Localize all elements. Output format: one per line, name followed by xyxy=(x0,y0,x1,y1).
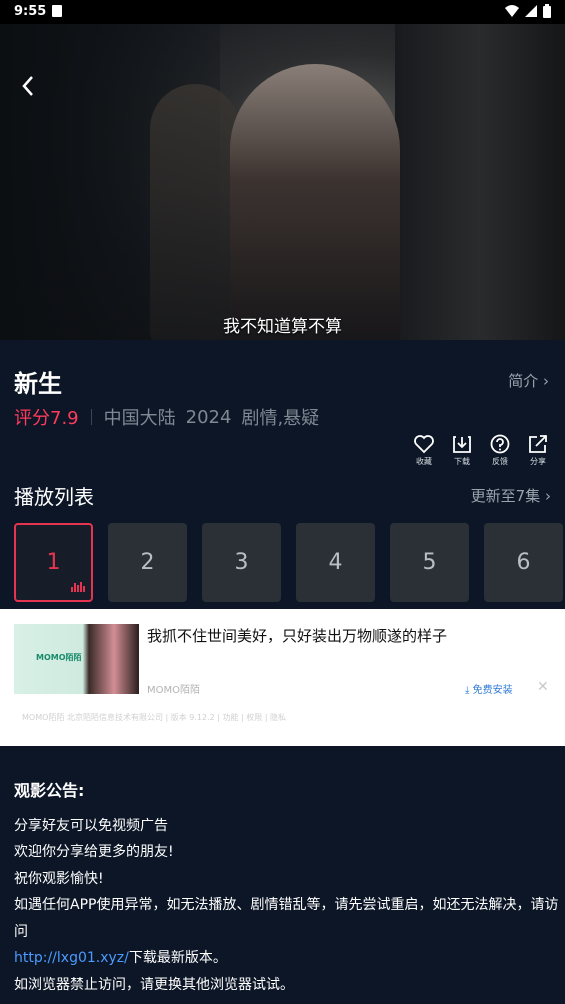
episode-number: 1 xyxy=(46,550,61,575)
ad-thumb-logo: MOMO陌陌 xyxy=(36,653,82,662)
download-link[interactable]: http://lxg01.xyz/ xyxy=(14,950,129,966)
episode-number: 6 xyxy=(516,550,531,575)
ad-headline: 我抓不住世间美好，只好装出万物顺遂的样子 xyxy=(147,627,448,645)
video-frame-figure-main xyxy=(230,64,400,340)
notice-section: 观影公告: 分享好友可以免视频广告 欢迎你分享给更多的朋友! 祝你观影愉快! 如… xyxy=(14,778,564,998)
video-frame-wall xyxy=(395,24,565,340)
intro-link[interactable]: 简介 › xyxy=(508,370,549,391)
status-bar: 9:55 xyxy=(0,0,565,24)
ad-banner[interactable]: MOMO陌陌 我抓不住世间美好，只好装出万物顺遂的样子 MOMO陌陌 ⤓ 免费安… xyxy=(0,609,565,746)
ad-install-label: 免费安装 xyxy=(472,685,513,696)
notice-link-line: http://lxg01.xyz/下载最新版本。 xyxy=(14,945,564,972)
download-small-icon: ⤓ xyxy=(465,685,473,696)
share-button[interactable]: 分享 xyxy=(525,434,551,467)
meta-divider xyxy=(90,409,92,425)
feedback-button[interactable]: 反馈 xyxy=(487,434,513,467)
episode-number: 2 xyxy=(140,550,155,575)
app-notification-icon xyxy=(52,5,62,17)
episode-button[interactable]: 5 xyxy=(390,523,469,602)
back-button[interactable] xyxy=(20,74,48,102)
episode-number: 4 xyxy=(328,550,343,575)
genres: 剧情,悬疑 xyxy=(241,408,320,429)
playlist-more-link[interactable]: 更新至7集 › xyxy=(471,485,551,506)
episode-number: 3 xyxy=(234,550,249,575)
notice-line: 如遇任何APP使用异常，如无法播放、剧情错乱等，请先尝试重启，如还无法解决，请访… xyxy=(14,897,559,940)
download-button[interactable]: 下载 xyxy=(449,434,475,467)
chevron-right-icon: › xyxy=(545,487,551,505)
chevron-right-icon: › xyxy=(543,372,549,390)
wifi-icon xyxy=(505,5,519,17)
battery-icon xyxy=(543,4,551,18)
video-frame-figure xyxy=(150,84,240,340)
signal-icon xyxy=(525,5,537,17)
playing-bars-icon xyxy=(71,582,85,592)
heart-icon xyxy=(414,435,434,454)
notice-link-suffix: 下载最新版本。 xyxy=(128,950,227,966)
notice-line: 祝你观影愉快! xyxy=(14,870,104,887)
download-icon xyxy=(453,436,471,453)
favorite-label: 收藏 xyxy=(416,457,432,466)
playlist-more-label: 更新至7集 xyxy=(470,487,541,505)
video-subtitle: 我不知道算不算 xyxy=(223,317,342,337)
notice-line: 如浏览器禁止访问，请更换其他浏览器试试。 xyxy=(14,976,294,993)
ad-brand: MOMO陌陌 xyxy=(147,685,200,696)
feedback-icon xyxy=(490,434,510,454)
share-label: 分享 xyxy=(530,457,546,466)
ad-thumbnail: MOMO陌陌 xyxy=(14,624,139,694)
year: 2024 xyxy=(185,406,232,428)
notice-line: 欢迎你分享给更多的朋友! xyxy=(14,844,174,860)
episode-button[interactable]: 3 xyxy=(202,523,281,602)
playlist-title: 播放列表 xyxy=(14,485,94,509)
region: 中国大陆 xyxy=(103,408,176,429)
episode-list: 1 2 3 4 5 6 xyxy=(14,523,563,602)
ad-legal-text: MOMO陌陌 北京陌陌信息技术有限公司 | 版本 9.12.2 | 功能 | 权… xyxy=(22,713,287,722)
episode-button[interactable]: 4 xyxy=(296,523,375,602)
rating: 评分7.9 xyxy=(14,408,79,429)
status-time: 9:55 xyxy=(14,4,47,19)
show-meta: 评分7.9 中国大陆 2024 剧情,悬疑 xyxy=(14,404,319,430)
episode-button[interactable]: 6 xyxy=(484,523,563,602)
notice-title: 观影公告: xyxy=(14,781,85,800)
notice-line: 分享好友可以免视频广告 xyxy=(14,817,168,834)
share-icon xyxy=(529,435,547,453)
episode-number: 5 xyxy=(422,550,437,575)
video-player[interactable]: 我不知道算不算 xyxy=(0,24,565,340)
favorite-button[interactable]: 收藏 xyxy=(411,434,437,467)
ad-close-icon[interactable]: ✕ xyxy=(537,679,549,695)
episode-button[interactable]: 2 xyxy=(108,523,187,602)
ad-install-button[interactable]: ⤓ 免费安装 xyxy=(465,681,513,696)
intro-label: 简介 xyxy=(508,372,539,390)
feedback-label: 反馈 xyxy=(492,457,508,466)
show-title: 新生 xyxy=(14,370,62,398)
download-label: 下载 xyxy=(454,457,470,466)
episode-button[interactable]: 1 xyxy=(14,523,93,602)
chevron-left-icon xyxy=(22,76,33,96)
status-icons xyxy=(505,4,551,18)
action-bar: 收藏 下载 反馈 分享 xyxy=(411,434,551,467)
